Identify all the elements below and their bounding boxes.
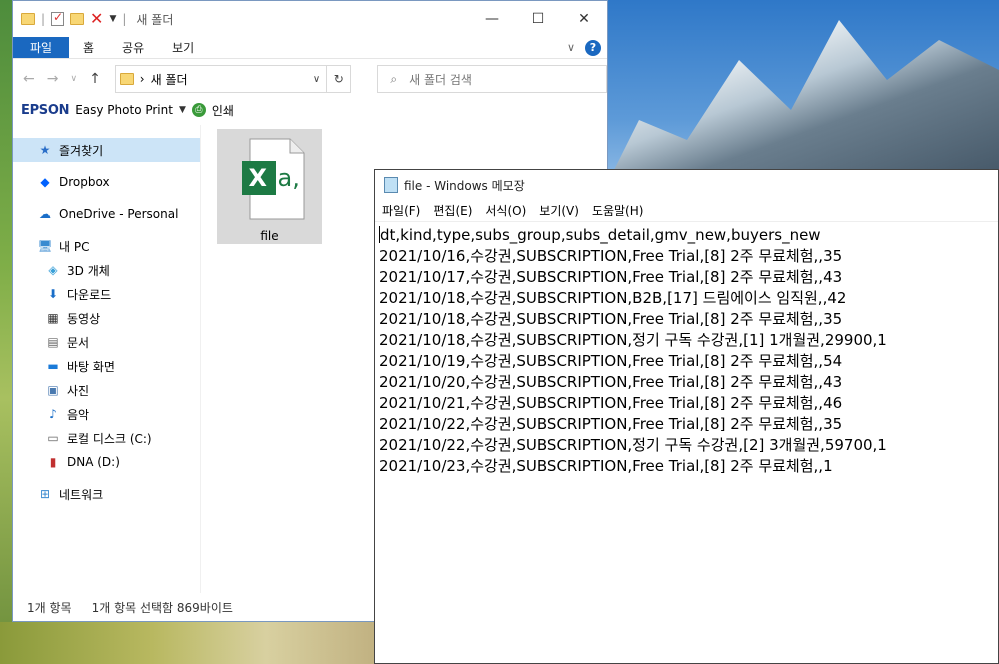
easy-photo-print-dropdown-icon[interactable]: ▼: [179, 105, 186, 115]
expand-ribbon-chevron-icon[interactable]: ∨: [567, 41, 575, 54]
help-icon[interactable]: ?: [585, 39, 601, 56]
up-arrow-icon[interactable]: ↑: [89, 71, 101, 87]
navigation-bar: ← → ∨ ↑ › 새 폴더 ∨ ↻ ⌕ 새 폴더 검색: [13, 59, 607, 99]
excel-csv-file-icon: X a,: [232, 137, 308, 221]
desktop-icon: ▬: [47, 359, 59, 373]
customize-toolbar-chevron-icon[interactable]: ▼: [109, 14, 116, 24]
address-bar[interactable]: › 새 폴더 ∨: [114, 65, 328, 93]
text-line: 2021/10/18,수강권,SUBSCRIPTION,Free Trial,[…: [379, 310, 843, 328]
sidebar-item-dna-drive[interactable]: ▮ DNA (D:): [13, 450, 200, 474]
sidebar-item-music[interactable]: ♪ 음악: [13, 402, 200, 426]
print-icon[interactable]: ⎙: [191, 103, 206, 117]
breadcrumb[interactable]: 새 폴더: [151, 71, 188, 88]
text-line: 2021/10/23,수강권,SUBSCRIPTION,Free Trial,[…: [379, 457, 833, 475]
text-line: 2021/10/19,수강권,SUBSCRIPTION,Free Trial,[…: [379, 352, 843, 370]
search-icon: ⌕: [390, 71, 398, 86]
quick-access-toolbar: | ✕ ▼ | 새 폴더: [21, 10, 174, 28]
navigation-pane: ★ 즐겨찾기 ◆ Dropbox ☁ OneDrive - Personal 🖥…: [13, 125, 201, 593]
back-arrow-icon[interactable]: ←: [23, 71, 35, 87]
search-placeholder: 새 폴더 검색: [409, 72, 472, 87]
ribbon-tabs: 파일 홈 공유 보기 ∨ ?: [13, 37, 607, 59]
download-arrow-icon: ⬇: [47, 287, 59, 301]
sidebar-item-documents[interactable]: ▤ 문서: [13, 330, 200, 354]
tab-share[interactable]: 공유: [108, 37, 158, 58]
excel-icon-letter: X: [248, 164, 268, 192]
menu-file[interactable]: 파일(F): [382, 202, 420, 219]
music-note-icon: ♪: [49, 407, 57, 421]
address-dropdown-chevron-icon[interactable]: ∨: [313, 74, 326, 85]
explorer-titlebar[interactable]: | ✕ ▼ | 새 폴더 — ☐ ✕: [13, 1, 607, 37]
dropbox-icon: ◆: [40, 175, 50, 189]
sidebar-item-dropbox[interactable]: ◆ Dropbox: [13, 170, 200, 194]
film-icon: ▦: [47, 311, 59, 325]
close-button[interactable]: ✕: [561, 1, 607, 37]
sidebar-item-this-pc[interactable]: 🖥 내 PC: [13, 234, 200, 258]
sidebar-item-3d-objects[interactable]: ◈ 3D 개체: [13, 258, 200, 282]
text-line: 2021/10/17,수강권,SUBSCRIPTION,Free Trial,[…: [379, 268, 843, 286]
tab-view[interactable]: 보기: [158, 37, 208, 58]
sidebar-item-local-disk[interactable]: ▭ 로컬 디스크 (C:): [13, 426, 200, 450]
forward-arrow-icon[interactable]: →: [47, 71, 59, 87]
sidebar-item-desktop[interactable]: ▬ 바탕 화면: [13, 354, 200, 378]
sidebar-item-network[interactable]: ⊞ 네트워크: [13, 482, 200, 506]
usb-drive-icon: ▮: [49, 455, 57, 469]
desktop-wallpaper-bottom: [0, 622, 380, 664]
text-line: 2021/10/20,수강권,SUBSCRIPTION,Free Trial,[…: [379, 373, 843, 391]
selection-info: 1개 항목 선택함 869바이트: [91, 600, 233, 615]
tab-file[interactable]: 파일: [13, 37, 69, 58]
menu-view[interactable]: 보기(V): [539, 202, 579, 219]
file-name: file: [260, 229, 279, 243]
drive-icon: ▭: [47, 431, 59, 445]
excel-icon-text: a,: [277, 164, 300, 192]
print-button[interactable]: 인쇄: [212, 102, 234, 119]
refresh-icon: ↻: [333, 72, 344, 86]
properties-icon[interactable]: [51, 10, 65, 26]
delete-icon[interactable]: ✕: [90, 11, 103, 27]
text-line: 2021/10/18,수강권,SUBSCRIPTION,B2B,[17] 드림에…: [379, 289, 847, 307]
document-icon: ▤: [47, 335, 59, 349]
text-line: 2021/10/18,수강권,SUBSCRIPTION,정기 구독 수강권,[1…: [379, 331, 887, 349]
menu-format[interactable]: 서식(O): [485, 202, 526, 219]
cube-icon: ◈: [48, 263, 58, 277]
menu-edit[interactable]: 편집(E): [433, 202, 472, 219]
sidebar-item-downloads[interactable]: ⬇ 다운로드: [13, 282, 200, 306]
breadcrumb-separator-icon: ›: [139, 72, 145, 86]
refresh-button[interactable]: ↻: [327, 65, 352, 93]
maximize-button[interactable]: ☐: [515, 1, 561, 37]
text-line: 2021/10/16,수강권,SUBSCRIPTION,Free Trial,[…: [379, 247, 843, 265]
computer-icon: 🖥: [37, 239, 53, 253]
window-title: 새 폴더: [136, 12, 174, 27]
recent-locations-chevron-icon[interactable]: ∨: [70, 74, 77, 84]
notepad-menubar: 파일(F) 편집(E) 서식(O) 보기(V) 도움말(H): [375, 200, 998, 222]
item-count: 1개 항목: [27, 600, 72, 615]
folder-icon: [119, 73, 134, 85]
sidebar-item-videos[interactable]: ▦ 동영상: [13, 306, 200, 330]
easy-photo-print-button[interactable]: Easy Photo Print: [75, 103, 173, 117]
notepad-window: file - Windows 메모장 파일(F) 편집(E) 서식(O) 보기(…: [374, 169, 999, 664]
search-input[interactable]: ⌕ 새 폴더 검색: [377, 65, 607, 93]
cloud-icon: ☁: [39, 207, 51, 221]
file-item[interactable]: X a, file: [217, 129, 322, 244]
picture-icon: ▣: [47, 383, 59, 397]
network-icon: ⊞: [39, 487, 51, 501]
tab-home[interactable]: 홈: [69, 37, 108, 58]
notepad-titlebar[interactable]: file - Windows 메모장: [375, 170, 998, 200]
minimize-button[interactable]: —: [469, 1, 515, 37]
sidebar-item-onedrive[interactable]: ☁ OneDrive - Personal: [13, 202, 200, 226]
text-line: 2021/10/22,수강권,SUBSCRIPTION,정기 구독 수강권,[2…: [379, 436, 887, 454]
text-line: dt,kind,type,subs_group,subs_detail,gmv_…: [380, 226, 821, 244]
text-line: 2021/10/22,수강권,SUBSCRIPTION,Free Trial,[…: [379, 415, 843, 433]
folder-icon: [21, 13, 35, 25]
epson-logo: EPSON: [21, 102, 70, 118]
menu-help[interactable]: 도움말(H): [592, 202, 644, 219]
notepad-icon: [384, 177, 398, 193]
text-line: 2021/10/21,수강권,SUBSCRIPTION,Free Trial,[…: [379, 394, 843, 412]
epson-toolbar: EPSON Easy Photo Print ▼ ⎙ 인쇄: [13, 99, 607, 121]
star-icon: ★: [39, 143, 51, 157]
new-folder-icon[interactable]: [70, 13, 85, 25]
notepad-text-area[interactable]: dt,kind,type,subs_group,subs_detail,gmv_…: [375, 222, 998, 480]
sidebar-item-pictures[interactable]: ▣ 사진: [13, 378, 200, 402]
sidebar-item-favorites[interactable]: ★ 즐겨찾기: [13, 138, 200, 162]
notepad-title: file - Windows 메모장: [404, 178, 525, 193]
